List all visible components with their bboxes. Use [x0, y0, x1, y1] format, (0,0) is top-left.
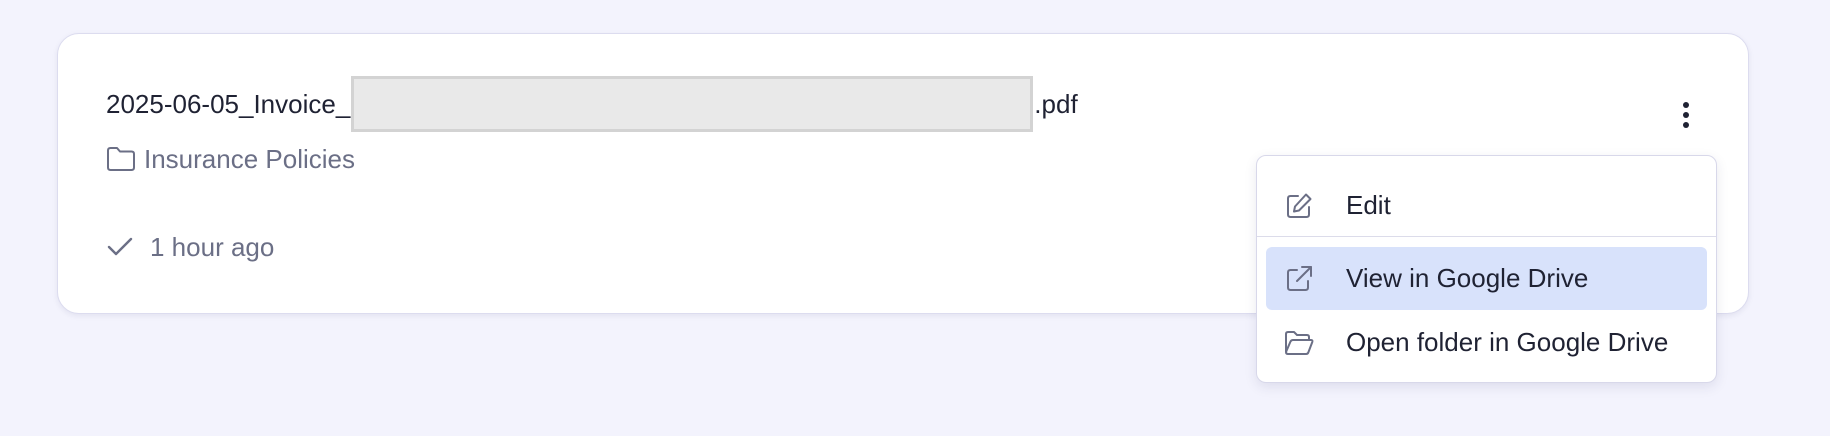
more-options-button[interactable] — [1668, 97, 1704, 133]
vertical-dots-icon — [1683, 102, 1689, 128]
status-time: 1 hour ago — [150, 231, 275, 262]
external-link-icon — [1283, 263, 1315, 295]
sync-status: 1 hour ago — [106, 229, 274, 265]
folder-icon — [107, 147, 135, 171]
file-name: 2025-06-05_Invoice_ .pdf — [106, 74, 1078, 134]
folder-open-icon — [1283, 327, 1315, 359]
menu-item-label: Edit — [1346, 190, 1391, 220]
folder-label: Insurance Policies — [144, 143, 355, 174]
folder-row: Insurance Policies — [106, 142, 355, 176]
menu-item-label: Open folder in Google Drive — [1346, 327, 1669, 357]
menu-item-edit[interactable]: Edit — [1266, 174, 1707, 237]
menu-divider — [1257, 236, 1716, 237]
edit-icon — [1283, 190, 1315, 222]
menu-item-open-folder-in-drive[interactable]: Open folder in Google Drive — [1266, 311, 1707, 374]
file-name-prefix: 2025-06-05_Invoice_ — [106, 88, 351, 119]
redacted-block — [351, 76, 1034, 132]
menu-item-label: View in Google Drive — [1346, 263, 1589, 293]
file-name-suffix: .pdf — [1034, 88, 1078, 119]
check-icon — [107, 237, 133, 256]
menu-item-view-in-drive[interactable]: View in Google Drive — [1266, 247, 1707, 310]
context-menu: Edit View in Google Drive Open folder in… — [1256, 155, 1717, 383]
